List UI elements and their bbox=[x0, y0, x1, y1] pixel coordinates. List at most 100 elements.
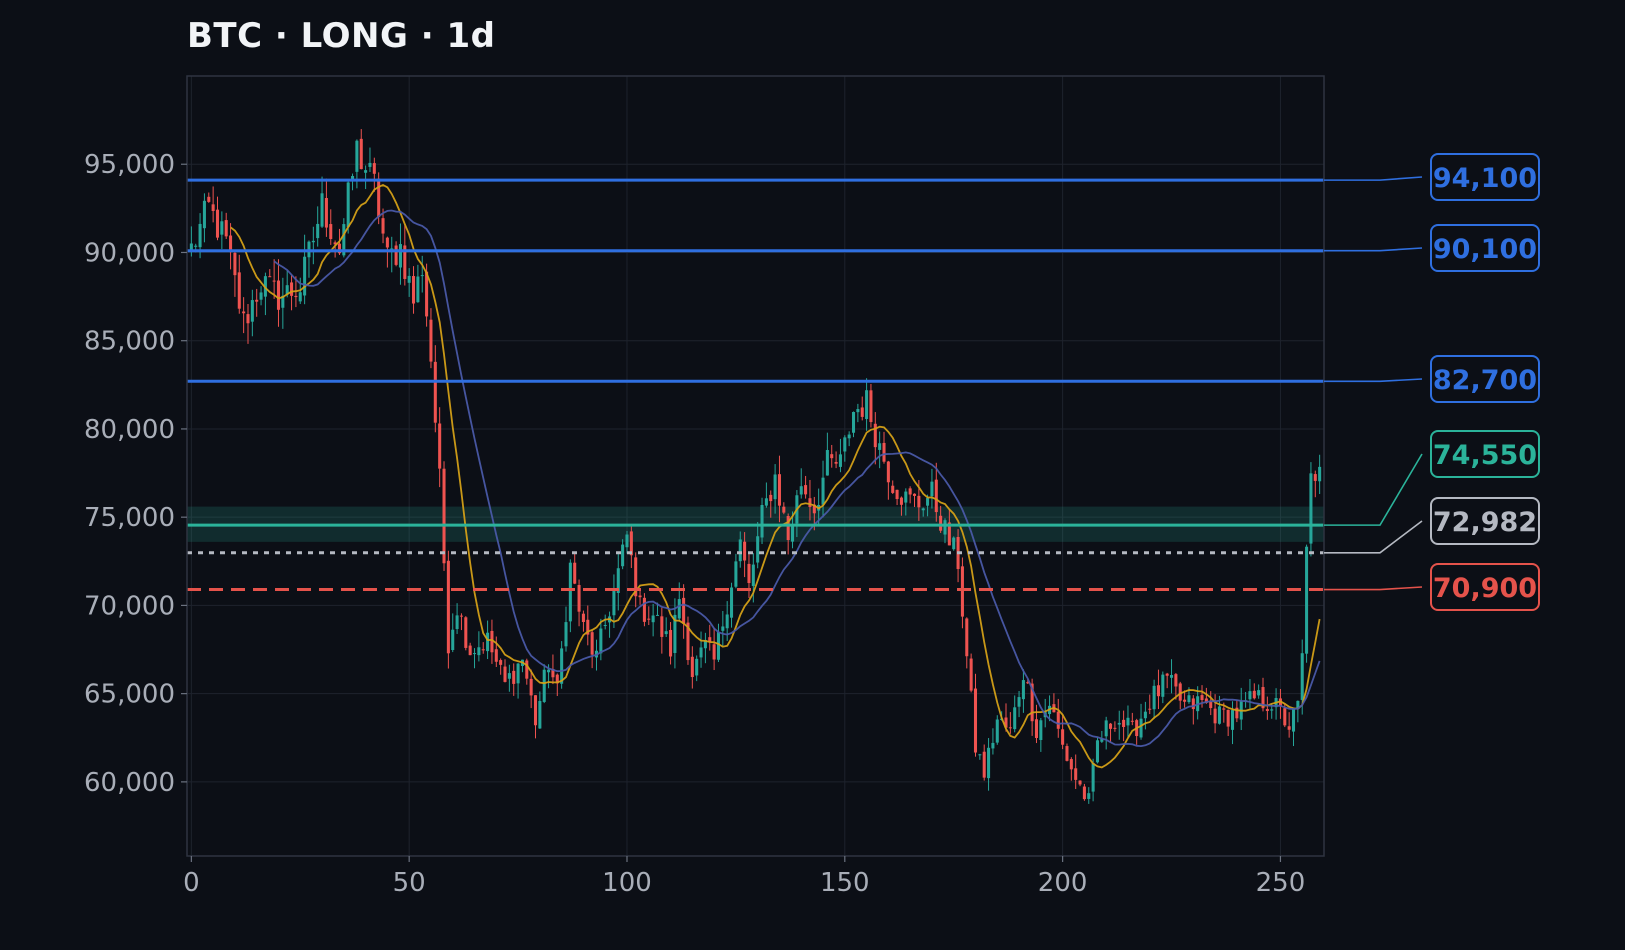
candle-body bbox=[978, 754, 982, 756]
candle-body bbox=[1087, 793, 1091, 799]
x-tick-label: 0 bbox=[183, 868, 200, 898]
candle-body bbox=[751, 564, 755, 586]
candle-body bbox=[655, 614, 660, 616]
candle-body bbox=[477, 647, 481, 656]
candle-body bbox=[764, 498, 768, 506]
candle-body bbox=[573, 562, 577, 584]
candle-body bbox=[1130, 720, 1134, 722]
candle-body bbox=[290, 282, 294, 296]
candle-body bbox=[451, 629, 455, 651]
candle-body bbox=[455, 615, 459, 630]
candle-body bbox=[538, 701, 542, 729]
candlestick-chart: 60,000 65,000 70,000 75,000 80,000 85,000 90,0… bbox=[84, 75, 1540, 898]
candle-body bbox=[1183, 699, 1187, 702]
candle-body bbox=[1095, 740, 1099, 763]
candle-body bbox=[860, 407, 864, 417]
x-tick-label: 150 bbox=[820, 868, 870, 898]
candle-body bbox=[1213, 708, 1217, 724]
candle-body bbox=[472, 653, 477, 655]
candle-body bbox=[943, 520, 947, 535]
candle-body bbox=[468, 645, 472, 656]
candle-body bbox=[577, 585, 581, 612]
candle-body bbox=[743, 541, 747, 561]
candle-body bbox=[324, 198, 328, 228]
candle-body bbox=[237, 272, 241, 309]
candle-body bbox=[1161, 674, 1165, 697]
candle-body bbox=[917, 495, 921, 508]
candle-body bbox=[442, 468, 446, 564]
candle-body bbox=[1313, 474, 1317, 481]
candle-body bbox=[1122, 719, 1126, 728]
level-connector bbox=[1324, 378, 1423, 383]
candle-body bbox=[973, 688, 978, 753]
candle-body bbox=[1069, 759, 1073, 770]
candle-body bbox=[215, 209, 220, 238]
candle-body bbox=[446, 560, 450, 654]
candle-body bbox=[503, 666, 507, 682]
candle-body bbox=[1291, 707, 1296, 732]
candle-body bbox=[1034, 719, 1039, 738]
candle-body bbox=[1265, 709, 1269, 712]
candle-body bbox=[320, 193, 324, 227]
candle-body bbox=[398, 244, 402, 268]
candle-body bbox=[912, 493, 917, 496]
candle-body bbox=[834, 461, 838, 464]
candle-body bbox=[895, 489, 899, 500]
candle-body bbox=[1017, 697, 1021, 707]
x-tick-label: 200 bbox=[1038, 868, 1088, 898]
candle-body bbox=[464, 617, 468, 648]
x-tick-label: 50 bbox=[393, 868, 426, 898]
candle-body bbox=[568, 562, 572, 622]
plot-area bbox=[187, 76, 1324, 856]
candle-body bbox=[1283, 708, 1287, 726]
y-tick-label: 90,000 bbox=[84, 238, 175, 268]
candle-body bbox=[690, 656, 694, 678]
candle-body bbox=[198, 223, 202, 248]
candle-body bbox=[960, 566, 964, 617]
candle-body bbox=[242, 311, 246, 314]
candle-body bbox=[1305, 546, 1309, 654]
candle-body bbox=[1143, 711, 1147, 719]
candle-body bbox=[1287, 726, 1291, 730]
x-tick-label: 250 bbox=[1256, 868, 1306, 898]
candle-body bbox=[856, 409, 860, 413]
candle-body bbox=[773, 474, 777, 500]
candle-body bbox=[804, 485, 808, 495]
candle-body bbox=[891, 485, 895, 493]
candle-body bbox=[651, 615, 655, 623]
x-tick-label: 100 bbox=[602, 868, 652, 898]
candle-body bbox=[1091, 762, 1095, 792]
candle-body bbox=[712, 644, 716, 660]
candle-body bbox=[560, 648, 564, 684]
candle-body bbox=[660, 616, 664, 637]
candle-body bbox=[799, 486, 803, 495]
candle-body bbox=[1013, 707, 1017, 730]
candle-body bbox=[1252, 690, 1256, 699]
candle-body bbox=[1117, 722, 1121, 725]
candle-body bbox=[202, 200, 206, 229]
candle-body bbox=[930, 481, 934, 497]
candle-body bbox=[1200, 695, 1204, 701]
candle-body bbox=[525, 660, 529, 679]
candle-body bbox=[542, 669, 546, 702]
level-connector bbox=[1324, 453, 1423, 526]
candle-body bbox=[298, 292, 302, 302]
candle-body bbox=[699, 647, 703, 658]
price-tag-label: 72,982 bbox=[1433, 507, 1537, 538]
candle-body bbox=[211, 204, 215, 211]
candle-body bbox=[1191, 698, 1195, 710]
candle-body bbox=[952, 537, 956, 550]
candle-body bbox=[782, 506, 786, 513]
candle-body bbox=[908, 488, 912, 495]
y-tick-label: 65,000 bbox=[84, 680, 175, 710]
candle-body bbox=[1248, 691, 1252, 700]
candle-body bbox=[939, 515, 943, 531]
candle-body bbox=[507, 673, 511, 679]
candle-body bbox=[459, 615, 463, 617]
candle-body bbox=[642, 597, 646, 622]
candle-body bbox=[246, 314, 250, 324]
candle-body bbox=[303, 256, 307, 296]
candle-body bbox=[669, 629, 673, 657]
candle-body bbox=[359, 138, 363, 170]
candle-body bbox=[965, 618, 969, 657]
